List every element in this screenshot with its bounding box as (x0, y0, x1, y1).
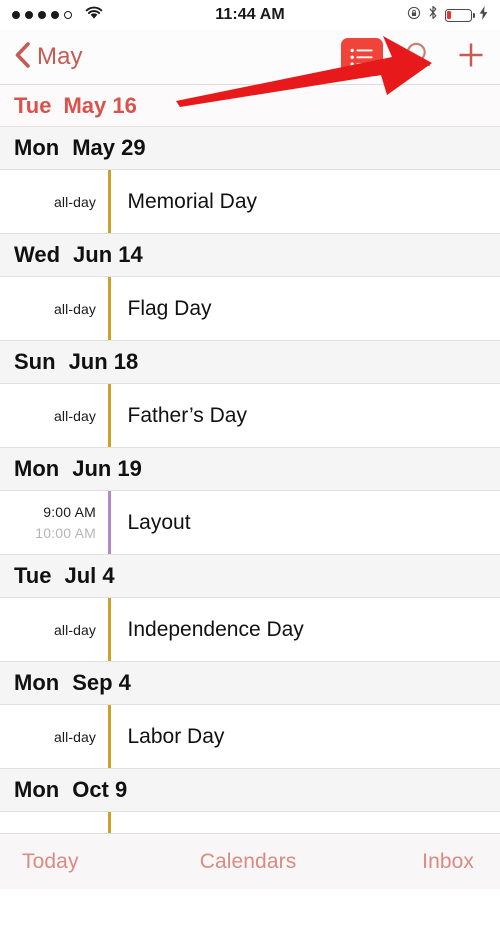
day-date: Jun 19 (72, 456, 142, 482)
all-day-label: all-day (54, 301, 96, 317)
inbox-button[interactable]: Inbox (323, 850, 500, 874)
event-title: Layout (111, 491, 500, 554)
day-date: Oct 9 (72, 777, 127, 803)
day-of-week: Mon (14, 456, 59, 482)
event-row[interactable]: all-day Flag Day (0, 277, 500, 341)
lightning-bolt-icon (479, 6, 488, 25)
day-date: Jun 18 (69, 349, 139, 375)
signal-dot (38, 11, 46, 19)
event-title: Flag Day (111, 277, 500, 340)
back-button-label: May (37, 43, 83, 71)
day-of-week: Tue (14, 563, 51, 589)
search-icon[interactable] (405, 41, 432, 73)
today-button[interactable]: Today (0, 850, 173, 874)
day-header: Mon Oct 9 (0, 769, 500, 812)
today-day-of-week: Tue (14, 93, 51, 119)
day-header: Wed Jun 14 (0, 234, 500, 277)
event-title: Labor Day (111, 705, 500, 768)
navigation-bar: May (0, 30, 500, 85)
signal-dot (25, 11, 33, 19)
battery-low-icon (445, 9, 472, 22)
day-header: Mon May 29 (0, 127, 500, 170)
wifi-icon (84, 5, 104, 25)
day-of-week: Mon (14, 135, 59, 161)
event-row[interactable]: all-day Independence Day (0, 598, 500, 662)
status-bar-clock: 11:44 AM (215, 6, 285, 24)
bottom-toolbar: Today Calendars Inbox (0, 833, 500, 889)
event-time: all-day (0, 384, 108, 447)
all-day-label: all-day (54, 622, 96, 638)
day-of-week: Wed (14, 242, 60, 268)
event-time: 9:00 AM10:00 AM (0, 491, 108, 554)
event-row[interactable]: 9:00 AM10:00 AMLayout (0, 491, 500, 555)
day-date: Jun 14 (73, 242, 143, 268)
day-header: Tue Jul 4 (0, 555, 500, 598)
event-time: all-day (0, 170, 108, 233)
chevron-left-icon (14, 41, 31, 74)
bluetooth-icon (428, 5, 438, 25)
event-time: all-day (0, 705, 108, 768)
plus-icon[interactable] (456, 40, 486, 75)
event-title: Independence Day (111, 598, 500, 661)
day-date: May 29 (72, 135, 145, 161)
list-view-icon[interactable] (341, 38, 383, 76)
rotation-lock-icon (407, 6, 421, 25)
event-start-time: 9:00 AM (43, 502, 96, 523)
today-date-header: Tue May 16 (0, 85, 500, 127)
signal-dot (12, 11, 20, 19)
event-row[interactable]: all-day Labor Day (0, 705, 500, 769)
day-header: Sun Jun 18 (0, 341, 500, 384)
calendars-button[interactable]: Calendars (173, 850, 324, 874)
day-date: Sep 4 (72, 670, 131, 696)
event-end-time: 10:00 AM (35, 523, 96, 544)
agenda-list[interactable]: Mon May 29 all-day Memorial Day Wed Jun 14 all… (0, 127, 500, 932)
all-day-label: all-day (54, 729, 96, 745)
day-header: Mon Sep 4 (0, 662, 500, 705)
day-header: Mon Jun 19 (0, 448, 500, 491)
event-row[interactable]: all-day Memorial Day (0, 170, 500, 234)
event-time: all-day (0, 598, 108, 661)
status-bar: 11:44 AM (0, 0, 500, 30)
event-row[interactable]: all-day Father’s Day (0, 384, 500, 448)
all-day-label: all-day (54, 194, 96, 210)
event-title: Father’s Day (111, 384, 500, 447)
day-of-week: Sun (14, 349, 56, 375)
event-time: all-day (0, 277, 108, 340)
navigation-bar-actions (341, 38, 486, 76)
day-date: Jul 4 (64, 563, 114, 589)
signal-dot (64, 11, 72, 19)
event-title: Memorial Day (111, 170, 500, 233)
status-bar-right (407, 5, 488, 25)
signal-dot (51, 11, 59, 19)
status-bar-left (12, 5, 104, 25)
all-day-label: all-day (54, 408, 96, 424)
today-date: May 16 (63, 93, 136, 119)
signal-strength-dots (12, 11, 72, 19)
day-of-week: Mon (14, 670, 59, 696)
back-button[interactable]: May (14, 41, 83, 74)
day-of-week: Mon (14, 777, 59, 803)
